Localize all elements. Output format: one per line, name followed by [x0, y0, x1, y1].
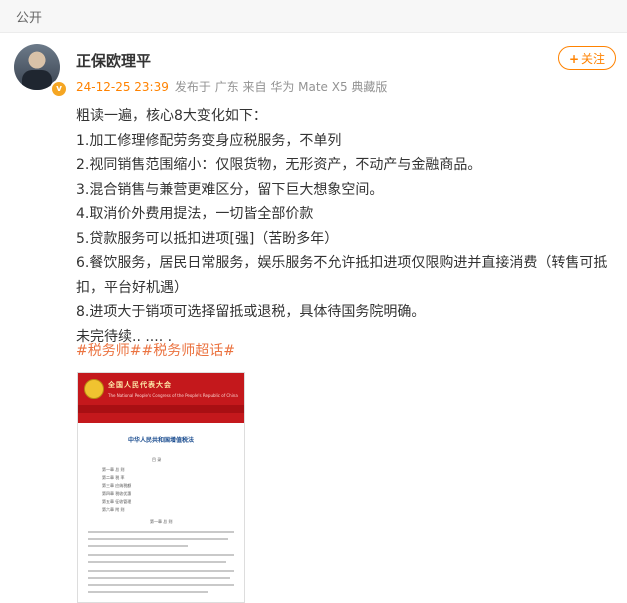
- post-line: 6.餐饮服务，居民日常服务，娱乐服务不允许抵扣进项仅限购进并直接消费（转售可抵扣…: [76, 255, 608, 296]
- image-toc-item: 第五章 征收管理: [102, 499, 132, 504]
- image-header-subtitle: The National People's Congress of the Pe…: [108, 393, 238, 398]
- post-meta: 24-12-25 23:39 发布于 广东 来自 华为 Mate X5 典藏版: [76, 78, 387, 95]
- image-text-line: [88, 561, 226, 563]
- post-line: 1.加工修理修配劳务变身应税服务，不单列: [76, 132, 342, 149]
- post-line: 3.混合销售与兼营更难区分，留下巨大想象空间。: [76, 181, 384, 198]
- image-toc-item: 第四章 税收优惠: [102, 491, 132, 496]
- image-toc-item: 第三章 应纳税额: [102, 483, 132, 488]
- post-line: 粗读一遍，核心8大变化如下：: [76, 108, 267, 124]
- image-nav-bar: [78, 405, 244, 413]
- image-text-line: [88, 591, 208, 593]
- username[interactable]: 正保欧理平: [76, 50, 151, 71]
- image-text-line: [88, 584, 234, 586]
- post-line: 2.视同销售范围缩小：仅限货物，无形资产，不动产与金融商品。: [76, 157, 482, 173]
- image-doc-title: 中华人民共和国增值税法: [127, 437, 194, 444]
- image-toc-item: 第二章 税 率: [102, 475, 125, 480]
- post-line: 5.贷款服务可以抵扣进项[强]（苦盼多年）: [76, 230, 339, 247]
- image-toc-item: 第一章 总 则: [102, 467, 125, 472]
- post-content: 粗读一遍，核心8大变化如下： 1.加工修理修配劳务变身应税服务，不单列 2.视同…: [76, 104, 616, 349]
- avatar-figure: [22, 70, 52, 90]
- emblem-icon: [84, 379, 104, 399]
- image-text-line: [88, 545, 188, 547]
- image-text-line: [88, 554, 234, 556]
- post-image[interactable]: 全国人民代表大会 The National People's Congress …: [77, 372, 245, 603]
- image-text-line: [88, 570, 234, 572]
- post-source: 发布于 广东 来自 华为 Mate X5 典藏版: [174, 80, 388, 94]
- post-line: 8.进项大于销项可选择留抵或退税，具体待国务院明确。: [76, 304, 426, 320]
- image-header-title: 全国人民代表大会: [108, 381, 172, 389]
- image-text-line: [88, 577, 230, 579]
- post-line: 4.取消价外费用提法，一切皆全部价款: [76, 206, 314, 222]
- image-text-line: [88, 538, 228, 540]
- image-chapter-heading: 第一章 总 则: [150, 519, 173, 524]
- top-bar: 公开: [0, 0, 627, 33]
- image-text-line: [88, 531, 234, 533]
- tag-link[interactable]: #税务师超话#: [141, 343, 234, 359]
- image-contents-label: 目 录: [152, 457, 162, 462]
- image-toc-item: 第六章 附 则: [102, 507, 125, 512]
- follow-button[interactable]: + 关注: [558, 46, 616, 70]
- tag-link[interactable]: #税务师#: [76, 343, 141, 359]
- follow-label: 关注: [581, 52, 606, 66]
- post-tags: #税务师##税务师超话#: [76, 340, 235, 362]
- visibility-label: 公开: [16, 11, 43, 26]
- plus-icon: +: [568, 52, 580, 66]
- post-time[interactable]: 24-12-25 23:39: [76, 80, 169, 94]
- verified-v-icon: v: [50, 80, 68, 98]
